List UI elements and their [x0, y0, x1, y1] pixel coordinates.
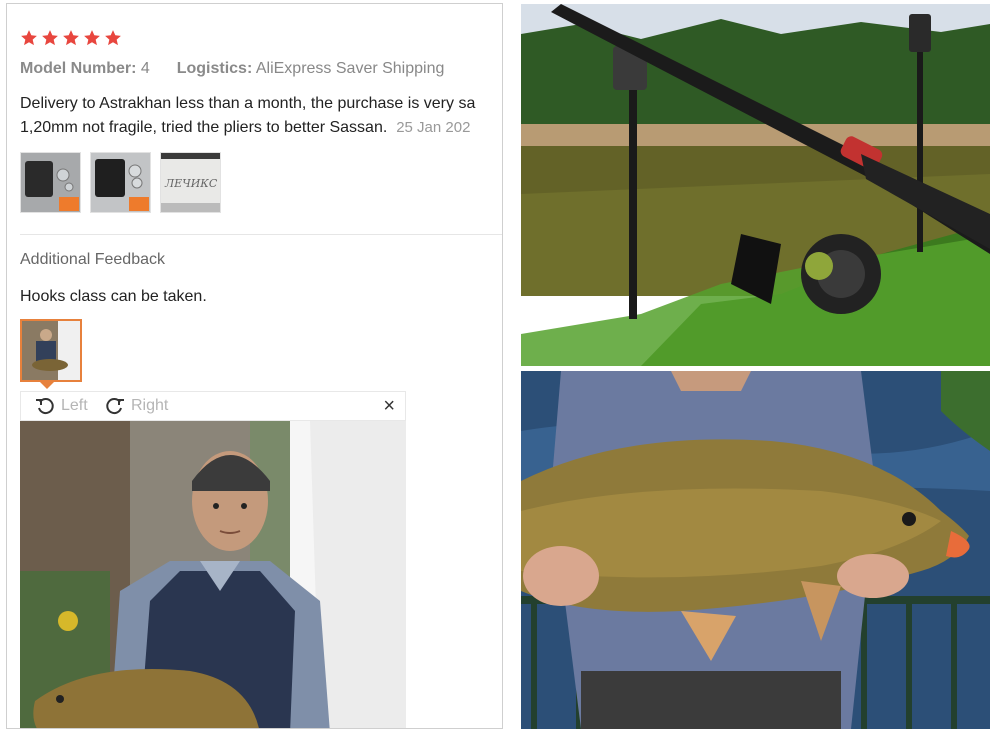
fishing-rod-photo	[521, 4, 990, 366]
viewer-photo	[20, 421, 406, 728]
star-icon	[84, 30, 100, 46]
rotate-right-icon	[106, 398, 124, 415]
section-divider	[20, 234, 502, 235]
star-icon	[42, 30, 58, 46]
carp-photo	[521, 371, 990, 729]
rotate-left-icon	[36, 398, 54, 415]
image-viewer-toolbar: Left Right ×	[20, 391, 406, 421]
close-icon[interactable]: ×	[383, 395, 395, 417]
additional-feedback-title: Additional Feedback	[20, 251, 165, 268]
additional-feedback-text: Hooks class can be taken.	[20, 288, 207, 305]
rotate-right-button[interactable]: Right	[105, 396, 168, 416]
review-thumbnail[interactable]: ЛЕЧИКС	[160, 152, 221, 213]
review-thumbnails: ЛЕЧИКС	[20, 152, 221, 213]
review-thumbnail[interactable]	[20, 152, 81, 213]
rotate-left-button[interactable]: Left	[35, 396, 88, 416]
logistics-label: Logistics:	[176, 60, 253, 77]
review-text: Delivery to Astrakhan less than a month,…	[20, 92, 502, 140]
review-thumbnail[interactable]	[90, 152, 151, 213]
logistics-value: AliExpress Saver Shipping	[255, 60, 445, 77]
review-meta: Model Number: 4 Logistics: AliExpress Sa…	[20, 60, 444, 78]
rating-stars	[20, 29, 122, 47]
star-icon	[63, 30, 79, 46]
review-text-line1: Delivery to Astrakhan less than a month,…	[20, 95, 476, 112]
star-icon	[21, 30, 37, 46]
star-icon	[105, 30, 121, 46]
review-date: 25 Jan 202	[396, 119, 471, 136]
review-text-line2: 1,20mm not fragile, tried the pliers to …	[20, 119, 388, 136]
rotate-left-label: Left	[61, 397, 88, 414]
rotate-right-label: Right	[131, 397, 169, 414]
selected-photo-thumbnail[interactable]	[20, 319, 82, 382]
thumbnail-handwriting: ЛЕЧИКС	[164, 177, 218, 190]
review-panel: Model Number: 4 Logistics: AliExpress Sa…	[6, 3, 503, 729]
selected-indicator	[40, 382, 54, 389]
model-value: 4	[140, 60, 150, 77]
model-label: Model Number:	[20, 60, 137, 77]
